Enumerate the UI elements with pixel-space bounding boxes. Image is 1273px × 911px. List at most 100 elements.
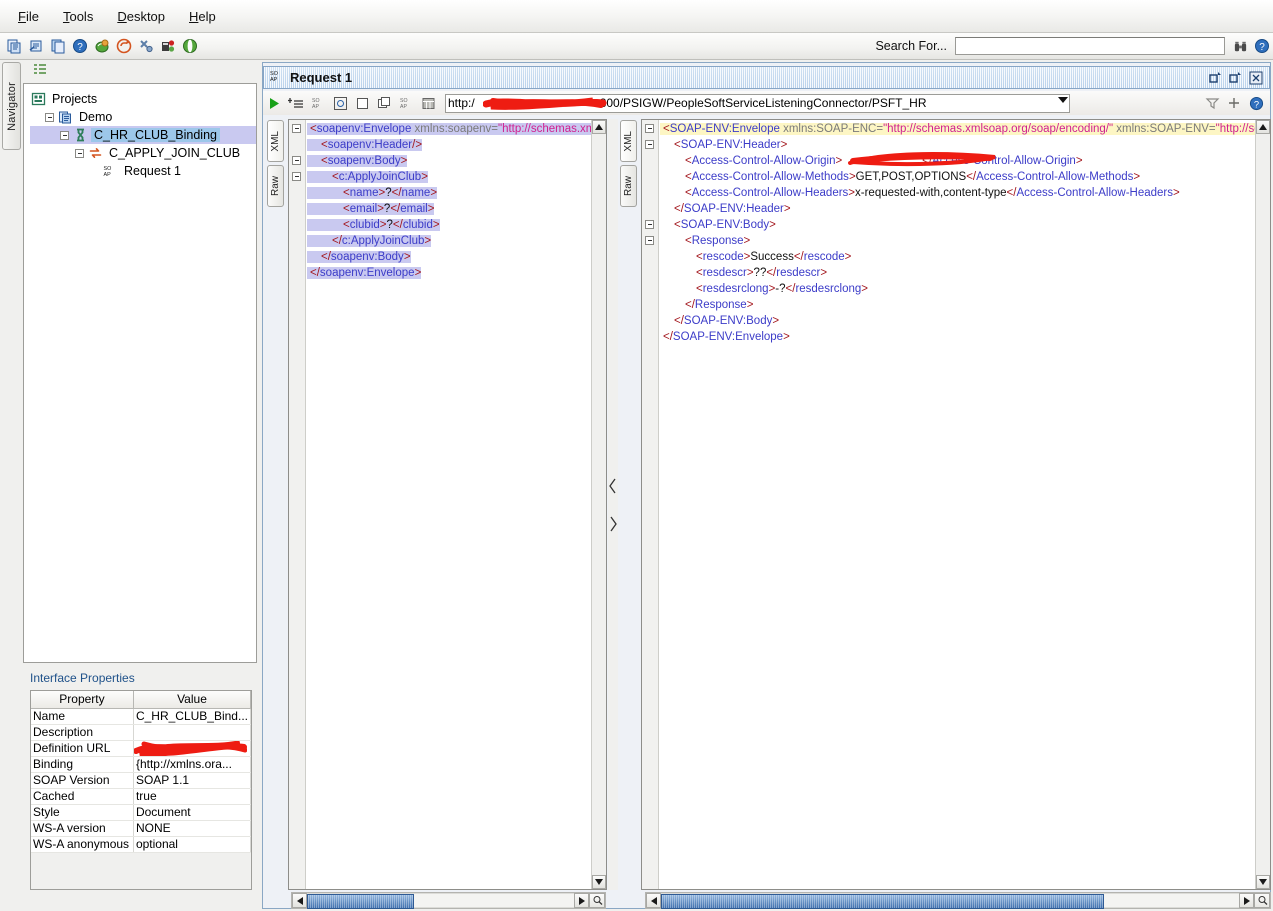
save-all-icon[interactable]: [48, 36, 68, 56]
tree-item-demo[interactable]: Demo: [30, 108, 256, 126]
recreate-request-icon[interactable]: [330, 93, 350, 113]
chevron-down-icon[interactable]: [1058, 96, 1068, 103]
code-line[interactable]: <Response>: [660, 233, 1270, 249]
scroll-up-button[interactable]: [592, 120, 606, 134]
table-row[interactable]: Definition URL: [31, 740, 251, 757]
menu-item-desktop[interactable]: Desktop: [105, 6, 177, 27]
table-row[interactable]: Cached true: [31, 788, 251, 805]
response-zoom-corner[interactable]: [1254, 893, 1270, 908]
navigator-tree[interactable]: Projects Demo C_HR_CLUB_Binding C_APPLY_JOI…: [23, 83, 257, 663]
code-line[interactable]: <resdesrclong>-?</resdesrclong>: [660, 281, 1270, 297]
code-line[interactable]: <rescode>Success</rescode>: [660, 249, 1270, 265]
code-line[interactable]: </SOAP-ENV:Envelope>: [660, 329, 1270, 345]
table-row[interactable]: SOAP Version SOAP 1.1: [31, 772, 251, 789]
menu-item-tools[interactable]: Tools: [51, 6, 105, 27]
request-zoom-corner[interactable]: [589, 893, 605, 908]
new-workspace-icon[interactable]: [4, 36, 24, 56]
table-row[interactable]: Description: [31, 724, 251, 741]
request-tab-raw[interactable]: Raw: [267, 165, 284, 207]
scroll-thumb[interactable]: [661, 894, 1104, 909]
code-fold-toggle[interactable]: [292, 156, 301, 165]
preferences-icon[interactable]: [136, 36, 156, 56]
new-rest-project-icon[interactable]: [114, 36, 134, 56]
soap-wss-icon[interactable]: SO AP: [396, 93, 416, 113]
close-icon[interactable]: [1248, 70, 1263, 85]
code-line[interactable]: <name>?</name>: [307, 185, 606, 201]
help-icon[interactable]: ?: [70, 36, 90, 56]
code-line[interactable]: <clubid>?</clubid>: [307, 217, 606, 233]
property-value-cell[interactable]: [133, 724, 251, 741]
code-line[interactable]: <Access-Control-Allow-Origin> </Access-C…: [660, 152, 1270, 169]
table-row[interactable]: Name C_HR_CLUB_Bind...: [31, 708, 251, 725]
request-fold-gutter[interactable]: [289, 120, 306, 889]
soap-wsa-icon[interactable]: SO AP: [308, 93, 328, 113]
property-value-cell[interactable]: SOAP 1.1: [133, 772, 251, 789]
property-value-cell[interactable]: Document: [133, 804, 251, 821]
request-xml-editor[interactable]: <soapenv:Envelope xmlns:soapenv="http://…: [288, 119, 607, 890]
response-xml-editor[interactable]: <SOAP-ENV:Envelope xmlns:SOAP-ENC="http:…: [641, 119, 1271, 890]
response-fold-gutter[interactable]: [642, 120, 659, 889]
scroll-right-button[interactable]: [1239, 893, 1254, 908]
code-line[interactable]: <SOAP-ENV:Body>: [660, 217, 1270, 233]
response-horizontal-scrollbar[interactable]: [645, 892, 1271, 909]
code-fold-toggle[interactable]: [645, 124, 654, 133]
code-line[interactable]: <SOAP-ENV:Header>: [660, 137, 1270, 153]
code-line[interactable]: </SOAP-ENV:Body>: [660, 313, 1270, 329]
splitter-collapse-left-icon[interactable]: [609, 478, 617, 494]
table-row[interactable]: WS-A version NONE: [31, 820, 251, 837]
code-line[interactable]: <soapenv:Envelope xmlns:soapenv="http://…: [307, 121, 606, 137]
scroll-track[interactable]: [307, 893, 574, 909]
scroll-thumb[interactable]: [307, 894, 414, 909]
code-line[interactable]: <soapenv:Header/>: [307, 137, 606, 153]
code-line[interactable]: <c:ApplyJoinClub>: [307, 169, 606, 185]
code-line[interactable]: </SOAP-ENV:Header>: [660, 201, 1270, 217]
code-fold-toggle[interactable]: [645, 140, 654, 149]
code-fold-toggle[interactable]: [645, 236, 654, 245]
tree-item-projects[interactable]: Projects: [30, 90, 256, 108]
maximize-icon[interactable]: [1228, 70, 1243, 85]
navigator-tab[interactable]: Navigator: [2, 62, 21, 150]
response-tab-raw[interactable]: Raw: [620, 165, 637, 207]
property-value-cell[interactable]: NONE: [133, 820, 251, 837]
code-line[interactable]: <soapenv:Body>: [307, 153, 606, 169]
request-tab-xml[interactable]: XML: [267, 120, 284, 162]
property-value-cell[interactable]: true: [133, 788, 251, 805]
code-line[interactable]: <Access-Control-Allow-Methods>GET,POST,O…: [660, 169, 1270, 185]
response-tab-xml[interactable]: XML: [620, 120, 637, 162]
new-soap-project-icon[interactable]: [92, 36, 112, 56]
property-value-cell[interactable]: [133, 740, 251, 757]
search-input-field[interactable]: [956, 38, 1224, 54]
table-row[interactable]: WS-A anonymous optional: [31, 836, 251, 853]
tree-expand-toggle[interactable]: [45, 112, 54, 122]
property-value-cell[interactable]: optional: [133, 836, 251, 853]
code-line[interactable]: </soapenv:Body>: [307, 249, 606, 265]
table-row[interactable]: Style Document: [31, 804, 251, 821]
splitter-collapse-right-icon[interactable]: [609, 516, 617, 532]
search-help-icon[interactable]: ?: [1252, 36, 1272, 56]
tree-expand-toggle[interactable]: [60, 130, 69, 140]
request-horizontal-scrollbar[interactable]: [291, 892, 606, 909]
code-line[interactable]: <SOAP-ENV:Envelope xmlns:SOAP-ENC="http:…: [660, 121, 1270, 137]
endpoint-url-field[interactable]: http:/ 800/PSIGW/PeopleSoftServiceListen…: [445, 93, 1070, 113]
response-vertical-scrollbar[interactable]: [1255, 120, 1270, 889]
filter-icon[interactable]: [1202, 93, 1222, 113]
code-fold-toggle[interactable]: [645, 220, 654, 229]
tree-item-c-hr-club-binding[interactable]: C_HR_CLUB_Binding: [30, 126, 256, 144]
menu-item-help[interactable]: Help: [177, 6, 228, 27]
code-fold-toggle[interactable]: [292, 172, 301, 181]
clone-request-icon[interactable]: [374, 93, 394, 113]
add-endpoint-icon[interactable]: [1224, 93, 1244, 113]
collapse-all-icon[interactable]: [33, 63, 47, 78]
code-line[interactable]: </Response>: [660, 297, 1270, 313]
code-line[interactable]: <resdescr>??</resdescr>: [660, 265, 1270, 281]
code-line[interactable]: </c:ApplyJoinClub>: [307, 233, 606, 249]
property-value-cell[interactable]: C_HR_CLUB_Bind...: [133, 708, 251, 725]
endpoint-help-icon[interactable]: ?: [1246, 93, 1266, 113]
code-line[interactable]: </soapenv:Envelope>: [307, 265, 606, 281]
import-project-icon[interactable]: [26, 36, 46, 56]
tree-item-request-1[interactable]: SO AP Request 1: [30, 162, 256, 180]
request-vertical-scrollbar[interactable]: [591, 120, 606, 889]
menu-item-file[interactable]: File: [6, 6, 51, 27]
search-input[interactable]: [955, 37, 1225, 55]
scroll-down-button[interactable]: [1256, 875, 1270, 889]
